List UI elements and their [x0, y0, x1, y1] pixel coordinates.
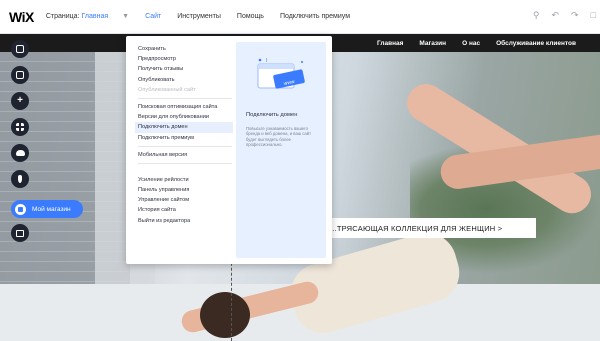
background-icon — [16, 71, 24, 79]
blog-icon — [18, 175, 22, 183]
upload-button[interactable] — [11, 144, 29, 162]
menu-divider — [138, 97, 232, 99]
undo-icon[interactable]: ↶ — [551, 10, 559, 21]
my-store-label: Мой магазин — [32, 205, 71, 213]
menu-item-dashboard[interactable]: Панель управления — [138, 185, 238, 195]
menu-item-exit[interactable]: Выйти из редактора — [138, 216, 238, 226]
page-selector-label: Страница: — [45, 13, 80, 20]
menu-item-feedback[interactable]: Получить отзывы — [138, 64, 238, 74]
hero-cta-button[interactable]: ...ТРЯСАЮЩАЯ КОЛЛЕКЦИЯ ДЛЯ ЖЕНЩИН > — [322, 218, 536, 238]
page-selector-value: Главная — [81, 13, 109, 20]
background-button[interactable] — [11, 66, 29, 84]
domain-illustration-icon: www — [257, 58, 305, 89]
menu-item-manage-site[interactable]: Управление сайтом — [138, 195, 238, 205]
pages-button[interactable] — [11, 40, 29, 58]
apps-button[interactable] — [11, 118, 29, 136]
menu-item-connect-domain[interactable]: Подключить домен — [135, 122, 233, 133]
menu-help[interactable]: Помощь — [237, 13, 264, 20]
page-selector[interactable]: Страница: Главная — [46, 13, 108, 20]
topbar-actions: ⚲ ↶ ↷ □ — [533, 10, 596, 21]
site-nav-home[interactable]: Главная — [377, 40, 403, 47]
chevron-down-icon[interactable]: ▼ — [122, 13, 129, 20]
editor-topbar: WiX Страница: Главная ▼ Сайт Инструменты… — [0, 0, 600, 34]
add-button[interactable]: + — [11, 92, 29, 110]
upload-icon — [15, 150, 25, 156]
store-icon — [15, 203, 26, 215]
menu-item-versions[interactable]: Версии для опубликовании — [138, 112, 238, 122]
menu-item-speed[interactable]: Усиление рейлости — [138, 175, 238, 185]
menu-spacer — [138, 167, 238, 175]
site-nav-about[interactable]: О нас — [462, 40, 480, 47]
menu-item-upgrade[interactable]: Подключить премиум — [138, 133, 238, 143]
site-menu-dropdown: Сохранить Предпросмотр Получить отзывы О… — [126, 36, 332, 264]
bookings-button[interactable] — [11, 224, 29, 242]
model-head — [200, 292, 250, 338]
wix-logo[interactable]: WiX — [9, 9, 34, 25]
menu-item-published-site: Опубликованный сайт — [138, 86, 196, 93]
connect-domain-promo: www Подключить домен Повысьте узнаваемос… — [236, 42, 326, 258]
blog-button[interactable] — [11, 170, 29, 188]
bookings-icon — [16, 229, 24, 237]
menu-divider — [138, 145, 232, 147]
my-store-button[interactable]: Мой магазин — [11, 200, 83, 218]
menu-site[interactable]: Сайт — [145, 13, 161, 20]
menu-item-publish[interactable]: Опубликовать — [138, 75, 238, 85]
site-nav-shop[interactable]: Магазин — [419, 40, 446, 47]
redo-icon[interactable]: ↷ — [571, 10, 579, 21]
pages-icon — [16, 45, 24, 53]
menu-item-preview[interactable]: Предпросмотр — [138, 54, 238, 64]
menu-item-seo[interactable]: Поисковая оптимизация сайта — [138, 102, 238, 112]
promo-text: Повысьте узнаваемость вашего бренда и ве… — [246, 126, 311, 148]
menu-item-history[interactable]: История сайта — [138, 205, 238, 215]
promo-title: Подключить домен — [246, 112, 298, 118]
menu-item-mobile[interactable]: Мобильная версия — [138, 150, 238, 160]
menu-tools[interactable]: Инструменты — [177, 13, 221, 20]
zoom-icon[interactable]: ⚲ — [533, 10, 540, 21]
mobile-icon[interactable]: □ — [591, 10, 596, 21]
apps-icon — [16, 123, 24, 131]
menu-upgrade[interactable]: Подключить премиум — [280, 13, 350, 20]
menu-item-save[interactable]: Сохранить — [138, 44, 238, 54]
menu-divider — [138, 162, 232, 164]
site-nav-service[interactable]: Обслуживание клиентов — [496, 40, 576, 47]
site-menu-list: Сохранить Предпросмотр Получить отзывы О… — [135, 44, 238, 226]
add-icon: + — [17, 95, 23, 106]
